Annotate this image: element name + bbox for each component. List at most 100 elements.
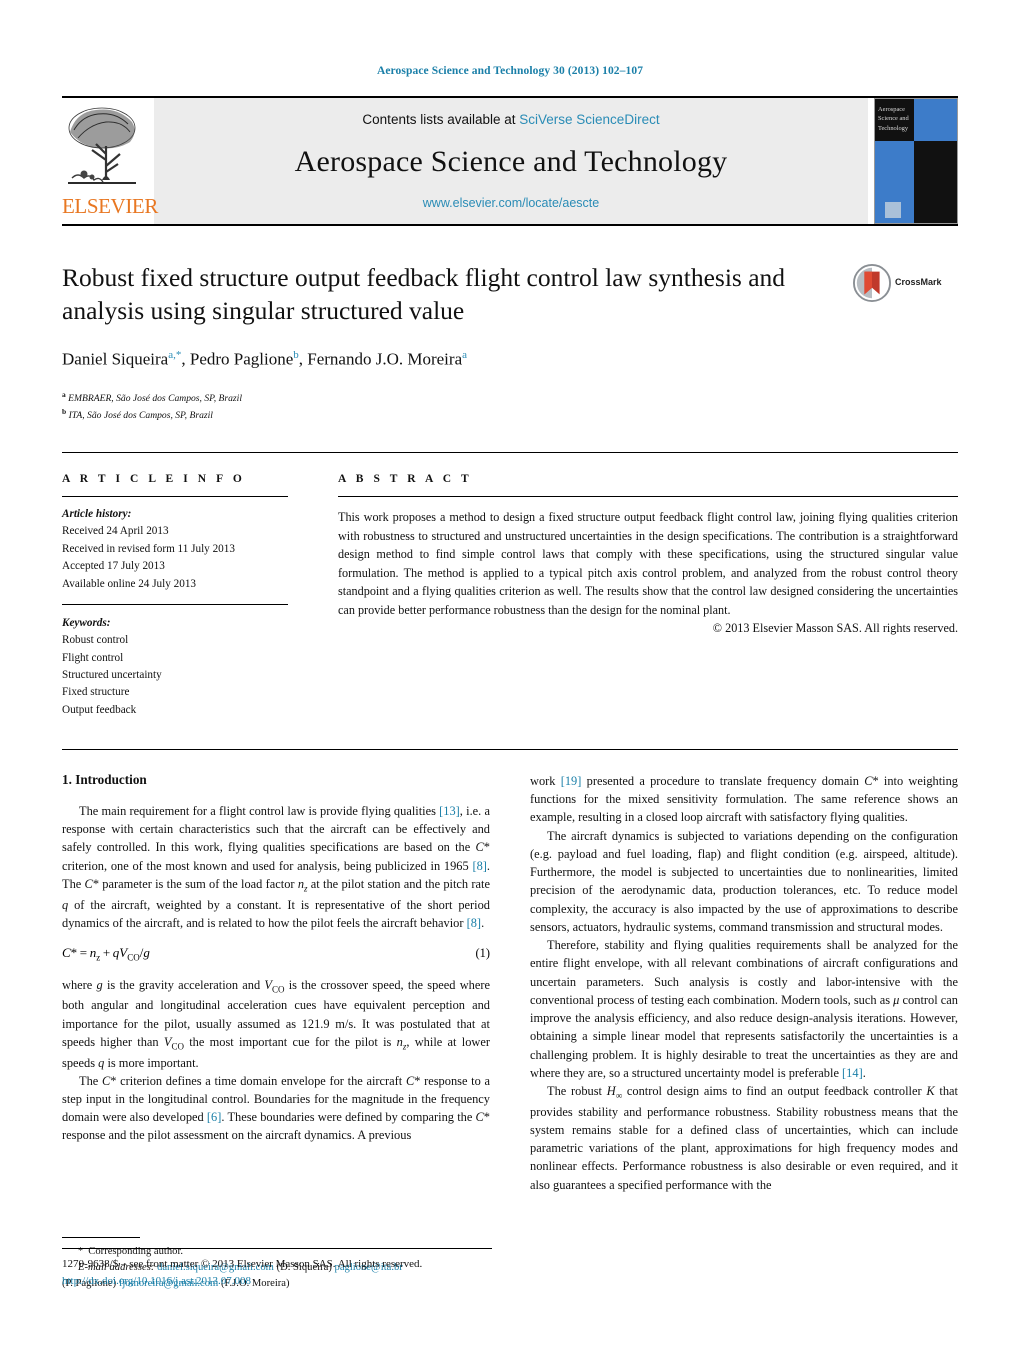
elsevier-logo: ELSEVIER <box>62 98 158 224</box>
affiliation-text-a: EMBRAER, São José dos Campos, SP, Brazil <box>68 393 242 405</box>
text-frag: the most important cue for the pilot is <box>183 1034 397 1049</box>
citation-14[interactable]: [14] <box>842 1066 863 1080</box>
keyword-2: Flight control <box>62 651 124 664</box>
affiliation-list: a EMBRAER, São José dos Campos, SP, Braz… <box>62 389 839 424</box>
history-online: Available online 24 July 2013 <box>62 577 197 590</box>
text-frag: criterion defines a time domain envelope… <box>116 1073 406 1088</box>
text-frag: . <box>481 915 485 930</box>
affiliation-mark-a: a <box>62 389 66 399</box>
author-list: Daniel Siqueiraa,*, Pedro Paglioneb, Fer… <box>62 349 468 369</box>
text-frag: criterion, one of the most known and use… <box>62 858 473 873</box>
citation-19[interactable]: [19] <box>561 774 582 788</box>
info-top-rule <box>62 452 958 454</box>
equation-1-body: C* = nz + qVCO/g <box>62 945 150 963</box>
affiliation-a: a EMBRAER, São José dos Campos, SP, Braz… <box>62 389 839 407</box>
journal-masthead: ELSEVIER Contents lists available at Sci… <box>62 96 958 224</box>
crossmark-icon <box>853 264 891 302</box>
text-frag: The robust <box>547 1084 607 1098</box>
elsevier-wordmark: ELSEVIER <box>62 194 158 218</box>
citation-6[interactable]: [6] <box>207 1110 221 1124</box>
text-frag: work <box>530 774 561 789</box>
journal-band: Contents lists available at SciVerse Sci… <box>154 98 868 224</box>
paper-page: Aerospace Science and Technology 30 (201… <box>0 0 1020 1351</box>
running-head: Aerospace Science and Technology 30 (201… <box>376 65 644 77</box>
author-name-3: Fernando J.O. Moreira <box>307 349 463 369</box>
paragraph-right-4: The robust H∞ control design aims to fin… <box>530 1084 958 1192</box>
article-history-label: Article history: <box>62 508 132 521</box>
text-frag: is the gravity acceleration and <box>102 977 265 992</box>
keyword-1: Robust control <box>62 634 129 647</box>
article-history-block: Article history: Received 24 April 2013 … <box>62 506 288 593</box>
paragraph-right-3: Therefore, stability and flying qualitie… <box>530 938 958 1080</box>
abstract-column: A B S T R A C T This work proposes a met… <box>314 473 958 719</box>
author-marks-3: a <box>462 349 468 362</box>
doi-link[interactable]: http://dx.doi.org/10.1016/j.ast.2013.07.… <box>62 1275 251 1287</box>
cover-quadrant-bottom-right <box>914 141 957 223</box>
title-block: Robust fixed structure output feedback f… <box>62 262 958 424</box>
keywords-label: Keywords: <box>62 616 111 629</box>
keyword-4: Fixed structure <box>62 686 130 699</box>
crossmark-badge[interactable]: CrossMark <box>853 262 958 424</box>
journal-url-link[interactable]: www.elsevier.com/locate/aescte <box>423 196 599 210</box>
article-info-heading: A R T I C L E I N F O <box>62 473 246 486</box>
text-frag: . These boundaries were defined by compa… <box>221 1110 476 1125</box>
cover-elsevier-mark-icon <box>885 202 901 218</box>
paragraph-right-1: work [19] presented a procedure to trans… <box>530 774 958 825</box>
affiliation-b: b ITA, São José dos Campos, SP, Brazil <box>62 406 839 424</box>
text-frag: is more important. <box>104 1055 199 1070</box>
text-frag: that provides stability and performance … <box>530 1084 958 1192</box>
keyword-5: Output feedback <box>62 703 137 716</box>
article-info-rule <box>62 496 288 498</box>
body-right-column: work [19] presented a procedure to trans… <box>530 772 958 1292</box>
footnote-rule <box>62 1237 140 1239</box>
contents-available-line: Contents lists available at SciVerse Sci… <box>362 112 659 127</box>
page-title: Robust fixed structure output feedback f… <box>62 263 786 325</box>
journal-title: Aerospace Science and Technology <box>294 144 728 178</box>
paragraph-left-1: The main requirement for a flight contro… <box>62 804 490 930</box>
keywords-block: Keywords: Robust control Flight control … <box>62 615 288 719</box>
elsevier-tree-icon <box>68 107 136 184</box>
body-columns: 1. Introduction The main requirement for… <box>62 772 958 1292</box>
history-revised: Received in revised form 11 July 2013 <box>62 542 235 555</box>
history-received: Received 24 April 2013 <box>62 525 169 538</box>
masthead-bottom-rule <box>62 224 958 226</box>
cover-title-text: Aerospace Science and Technology <box>878 106 909 132</box>
text-frag: . <box>862 1065 866 1080</box>
paragraph-left-3: The C* criterion defines a time domain e… <box>62 1073 490 1143</box>
citation-8a[interactable]: [8] <box>472 859 486 873</box>
article-info-column: A R T I C L E I N F O Article history: R… <box>62 473 314 719</box>
journal-cover-thumbnail: Aerospace Science and Technology <box>874 98 958 224</box>
text-frag: parameter is the sum of the load factor <box>99 876 298 891</box>
text-frag: of the aircraft, weighted by a constant.… <box>62 897 490 930</box>
paragraph-right-2: The aircraft dynamics is subjected to va… <box>530 828 958 934</box>
sciencedirect-link[interactable]: SciVerse ScienceDirect <box>519 112 659 127</box>
info-abstract-row: A R T I C L E I N F O Article history: R… <box>62 473 958 719</box>
text-frag: The main requirement for a flight contro… <box>79 804 440 819</box>
equation-1-number: (1) <box>475 946 490 961</box>
body-top-rule <box>62 749 958 751</box>
equation-1: C* = nz + qVCO/g (1) <box>62 945 490 963</box>
contents-prefix: Contents lists available at <box>362 112 520 127</box>
footer-doi-line: http://dx.doi.org/10.1016/j.ast.2013.07.… <box>62 1273 492 1290</box>
text-frag: The <box>79 1073 102 1088</box>
citation-8b[interactable]: [8] <box>467 916 481 930</box>
citation-13[interactable]: [13] <box>439 804 460 818</box>
cover-quadrant-top-right <box>914 99 957 142</box>
author-name-2: Pedro Paglione <box>189 349 294 369</box>
abstract-text: This work proposes a method to design a … <box>338 510 958 617</box>
text-frag: at the pilot station and the pitch rate <box>307 876 490 891</box>
author-marks-2: b <box>293 349 299 362</box>
abstract-heading: A B S T R A C T <box>338 473 473 486</box>
keywords-rule <box>62 603 288 605</box>
footer-rule <box>62 1248 492 1249</box>
paragraph-left-2: where g is the gravity acceleration and … <box>62 977 490 1070</box>
author-marks-1: a,* <box>168 349 182 362</box>
affiliation-text-b: ITA, São José dos Campos, SP, Brazil <box>68 410 213 422</box>
text-frag: control design aims to find an output fe… <box>622 1084 927 1098</box>
abstract-copyright: © 2013 Elsevier Masson SAS. All rights r… <box>712 621 958 636</box>
footer-issn-block: 1270-9638/$ – see front matter © 2013 El… <box>62 1248 492 1289</box>
text-frag: presented a procedure to translate frequ… <box>581 774 865 789</box>
affiliation-mark-b: b <box>62 407 67 417</box>
history-accepted: Accepted 17 July 2013 <box>62 560 165 573</box>
text-frag: response and the pilot assessment on the… <box>62 1128 412 1143</box>
